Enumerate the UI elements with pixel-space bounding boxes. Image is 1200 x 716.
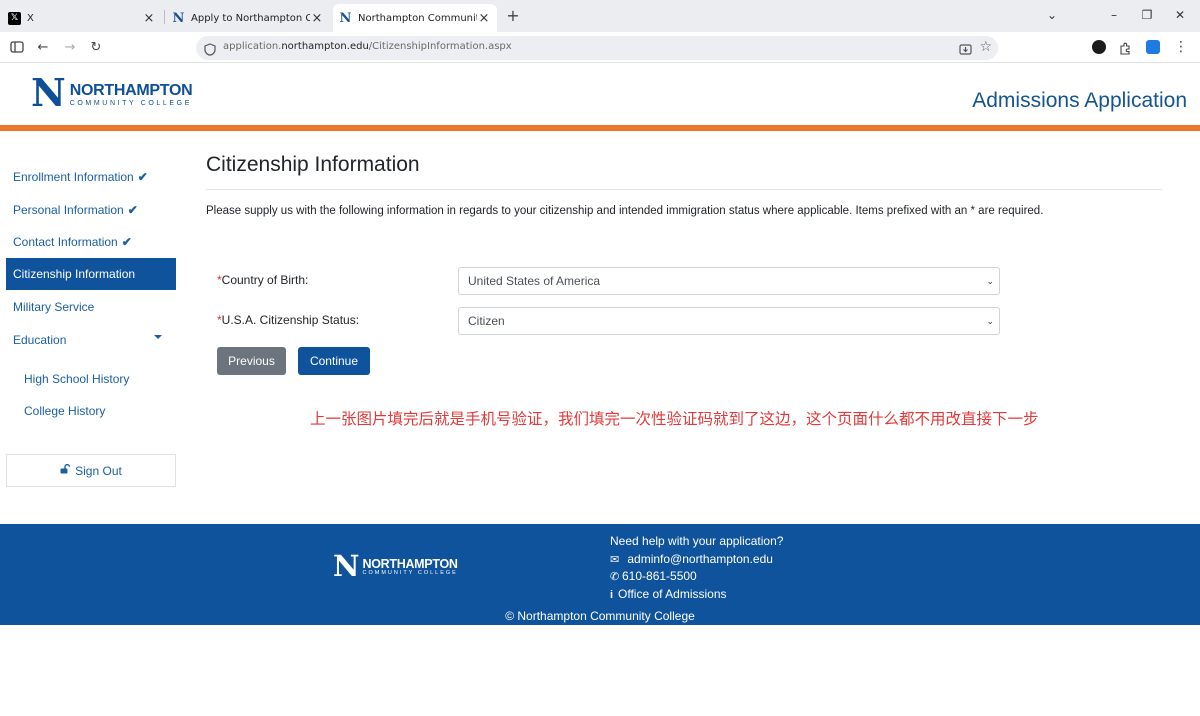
tab-title: Apply to Northampton Commu xyxy=(191,12,310,24)
restore-icon[interactable]: ❐ xyxy=(1139,8,1155,22)
tab-title: Northampton Community Coll xyxy=(358,12,477,24)
copyright: © Northampton Community College xyxy=(505,609,695,623)
x-logo-icon: 𝕏 xyxy=(8,11,21,25)
sidebar-item-label: Military Service xyxy=(13,300,95,314)
close-icon[interactable]: × xyxy=(310,11,324,26)
back-arrow-icon[interactable]: ← xyxy=(34,38,52,56)
site-info-icon[interactable] xyxy=(204,41,216,60)
reload-icon[interactable]: ↻ xyxy=(87,38,105,56)
title-divider xyxy=(206,189,1162,190)
window-close-icon[interactable]: ✕ xyxy=(1172,8,1188,22)
footer-email[interactable]: ✉ adminfo@northampton.edu xyxy=(610,552,773,566)
logo-line2: COMMUNITY COLLEGE xyxy=(362,570,458,576)
sidebar-item-label: Contact Information xyxy=(13,235,118,249)
field-label-text: Country of Birth: xyxy=(221,273,309,287)
citizenship-status-label: *U.S.A. Citizenship Status: xyxy=(217,313,359,327)
phone-icon: ✆ xyxy=(610,571,620,583)
previous-button[interactable]: Previous xyxy=(217,347,286,375)
extensions-puzzle-icon[interactable] xyxy=(1116,39,1134,57)
country-of-birth-label: *Country of Birth: xyxy=(217,273,308,287)
header-accent-bar xyxy=(0,125,1200,131)
tab-list-chevron-icon[interactable]: ⌄ xyxy=(1044,8,1060,22)
select-value: Citizen xyxy=(468,314,505,328)
url-path: /CitizenshipInformation.aspx xyxy=(368,41,512,52)
sidebar-item-personal[interactable]: Personal Information ✔ xyxy=(6,194,176,226)
logo-line1: NORTHAMPTON xyxy=(362,557,458,571)
address-bar[interactable]: application.northampton.edu/CitizenshipI… xyxy=(196,36,998,60)
url-text: application.northampton.edu/CitizenshipI… xyxy=(223,41,512,52)
logo-letter: N xyxy=(333,549,360,583)
app-title: Admissions Application xyxy=(972,89,1187,112)
office-text: Office of Admissions xyxy=(618,587,727,601)
phone-text: 610-861-5500 xyxy=(622,569,697,583)
extension-dark-icon[interactable] xyxy=(1092,40,1106,54)
footer: N NORTHAMPTON COMMUNITY COLLEGE Need hel… xyxy=(0,524,1200,625)
sidebar-item-military[interactable]: Military Service xyxy=(6,291,176,323)
minimize-icon[interactable]: – xyxy=(1106,8,1122,22)
checkmark-icon: ✔ xyxy=(127,203,138,217)
url-domain-prefix: application. xyxy=(223,41,282,52)
country-of-birth-select[interactable]: United States of America ⌄ xyxy=(458,267,1000,295)
tab-separator xyxy=(164,10,165,24)
forward-arrow-icon[interactable]: → xyxy=(61,38,79,56)
extension-blue-icon[interactable] xyxy=(1146,40,1160,54)
help-title: Need help with your application? xyxy=(610,534,784,548)
footer-phone[interactable]: ✆ 610-861-5500 xyxy=(610,569,697,583)
northampton-icon: N xyxy=(339,10,352,26)
chevron-down-icon: ⌄ xyxy=(986,276,994,286)
sidebar-item-citizenship[interactable]: Citizenship Information xyxy=(6,258,176,290)
caret-down-icon xyxy=(154,335,162,339)
chevron-down-icon: ⌄ xyxy=(986,316,994,326)
footer-logo: N NORTHAMPTON COMMUNITY COLLEGE xyxy=(333,549,458,583)
bookmark-star-icon[interactable]: ☆ xyxy=(979,39,992,55)
logo-line2: COMMUNITY COLLEGE xyxy=(69,100,192,107)
sign-out-label: Sign Out xyxy=(75,463,122,478)
install-app-icon[interactable] xyxy=(959,41,972,60)
intro-text: Please supply us with the following info… xyxy=(206,205,1044,217)
logo-letter: N xyxy=(31,70,66,115)
sidebar-subitem-high-school[interactable]: High School History xyxy=(24,372,129,386)
browser-tab-active[interactable]: N Northampton Community Coll × xyxy=(333,4,497,32)
sidebar-item-label: Education xyxy=(13,333,67,347)
browser-tab-bar: 𝕏 X × N Apply to Northampton Commu × N N… xyxy=(0,0,1200,32)
continue-button[interactable]: Continue xyxy=(298,347,370,375)
close-icon[interactable]: × xyxy=(142,11,156,26)
northampton-icon: N xyxy=(172,10,185,26)
unlock-icon xyxy=(60,463,71,477)
sidebar-subitem-college[interactable]: College History xyxy=(24,404,105,418)
footer-office[interactable]: i Office of Admissions xyxy=(610,587,727,601)
select-value: United States of America xyxy=(468,274,601,288)
email-text: adminfo@northampton.edu xyxy=(627,552,773,566)
browser-menu-icon[interactable]: ⋮ xyxy=(1172,38,1190,56)
new-tab-plus-icon[interactable]: + xyxy=(504,6,522,25)
sidebar-item-contact[interactable]: Contact Information ✔ xyxy=(6,226,176,258)
close-icon[interactable]: × xyxy=(477,11,491,26)
browser-nav-bar: ← → ↻ application.northampton.edu/Citize… xyxy=(0,32,1200,63)
sidebar-item-education[interactable]: Education xyxy=(6,324,176,356)
sidebar-item-label: Citizenship Information xyxy=(13,267,136,281)
browser-tab-x[interactable]: 𝕏 X × xyxy=(2,4,162,32)
page-title: Citizenship Information xyxy=(206,153,420,176)
sidebar-item-enrollment[interactable]: Enrollment Information ✔ xyxy=(6,161,176,193)
sidebar-toggle-icon[interactable] xyxy=(8,38,26,56)
northampton-logo[interactable]: N NORTHAMPTON COMMUNITY COLLEGE xyxy=(31,70,193,115)
url-domain: northampton.edu xyxy=(281,41,369,52)
logo-line1: NORTHAMPTON xyxy=(69,82,193,99)
annotation-note: 上一张图片填完后就是手机号验证，我们填完一次性验证码就到了这边，这个页面什么都不… xyxy=(310,410,1039,428)
checkmark-icon: ✔ xyxy=(121,235,132,249)
info-icon: i xyxy=(610,589,614,601)
browser-tab-apply[interactable]: N Apply to Northampton Commu × xyxy=(166,4,330,32)
checkmark-icon: ✔ xyxy=(137,170,148,184)
citizenship-status-select[interactable]: Citizen ⌄ xyxy=(458,307,1000,335)
field-label-text: U.S.A. Citizenship Status: xyxy=(221,313,360,327)
sidebar-item-label: Personal Information xyxy=(13,203,124,217)
tab-title: X xyxy=(27,12,34,24)
sidebar-item-label: Enrollment Information xyxy=(13,170,134,184)
envelope-icon: ✉ xyxy=(610,554,620,566)
sign-out-button[interactable]: Sign Out xyxy=(6,454,176,487)
